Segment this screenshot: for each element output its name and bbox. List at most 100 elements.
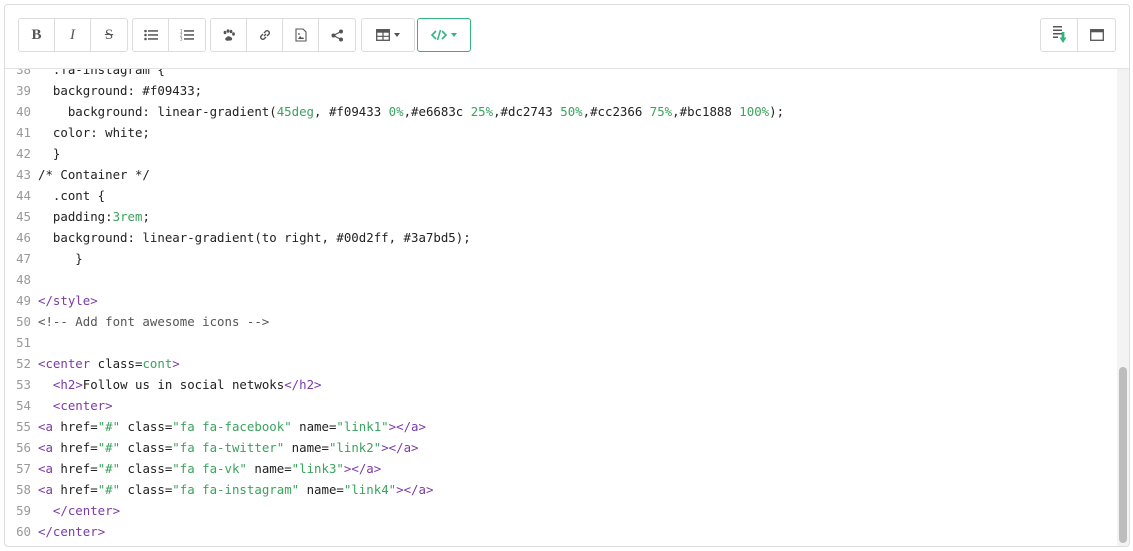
line-text: <a href="#" class="fa fa-instagram" name… (38, 482, 434, 497)
strikethrough-button[interactable]: S (91, 19, 127, 51)
line-number: 52 (16, 356, 31, 371)
line-number: 53 (16, 377, 31, 392)
markdown-editor: B I S 123 38 .fa-instagram {39 backgrou… (4, 4, 1130, 547)
line-text: <a href="#" class="fa fa-facebook" name=… (38, 419, 426, 434)
image-button[interactable] (283, 19, 319, 51)
bullet-list-icon (143, 29, 158, 41)
line-text: </center> (52, 503, 121, 518)
code-line: 42 } (5, 143, 1117, 164)
paw-icon (223, 28, 235, 41)
code-line: 46 background: linear-gradient(to right,… (5, 227, 1117, 248)
code-icon (431, 29, 447, 41)
code-line: 39 background: #f09433; (5, 80, 1117, 101)
download-lines-icon (1053, 26, 1067, 43)
line-text: </center> (38, 524, 106, 539)
code-line: 57 <a href="#" class="fa fa-vk" name="lin… (5, 458, 1117, 479)
share-button[interactable] (319, 19, 355, 51)
line-text: .fa-instagram { (38, 69, 165, 77)
numbered-list-button[interactable]: 123 (169, 19, 205, 51)
line-text: padding:3rem; (38, 209, 150, 224)
code-line: 52 <center class=cont> (5, 353, 1117, 374)
svg-text:3: 3 (180, 37, 183, 42)
line-number: 56 (16, 440, 31, 455)
line-text: <a href="#" class="fa fa-twitter" name="… (38, 440, 419, 455)
emoji-button[interactable] (211, 19, 247, 51)
line-text: } (38, 251, 83, 266)
line-text (38, 332, 1117, 353)
table-button[interactable] (362, 19, 414, 51)
code-line: 50 <!-- Add font awesome icons --> (5, 311, 1117, 332)
code-line: 56 <a href="#" class="fa fa-twitter" name… (5, 437, 1117, 458)
line-number: 43 (16, 167, 31, 182)
numbered-list-icon: 123 (180, 29, 194, 41)
italic-button[interactable]: I (55, 19, 91, 51)
line-number: 46 (16, 230, 31, 245)
scrollbar-thumb[interactable] (1119, 367, 1127, 543)
line-text: <h2>Follow us in social netwoks</h2> (52, 377, 322, 392)
code-line: 60 </center> (5, 521, 1117, 542)
chevron-down-icon (394, 33, 400, 37)
code-line: 40 background: linear-gradient(45deg, #f… (5, 101, 1117, 122)
line-number: 41 (16, 125, 31, 140)
code-line: 48 (5, 269, 1117, 290)
code-line: 53 <h2>Follow us in social netwoks</h2> (5, 374, 1117, 395)
line-text: .cont { (38, 188, 106, 203)
code-line: 45 padding:3rem; (5, 206, 1117, 227)
code-line: 59 </center> (5, 500, 1117, 521)
text-format-group: B I S (18, 18, 128, 52)
line-text: background: linear-gradient(45deg, #f094… (38, 104, 785, 119)
code-group (417, 18, 471, 52)
line-number: 38 (16, 69, 31, 77)
line-number: 57 (16, 461, 31, 476)
line-text: <center> (52, 398, 113, 413)
link-icon (259, 30, 270, 40)
code-line: 44 .cont { (5, 185, 1117, 206)
code-editor[interactable]: 38 .fa-instagram {39 background: #f09433… (5, 69, 1129, 546)
table-group (361, 18, 415, 52)
list-group: 123 (132, 18, 206, 52)
view-group (1040, 18, 1116, 52)
fullscreen-button[interactable] (1078, 19, 1115, 51)
code-line: 43 /* Container */ (5, 164, 1117, 185)
line-text: <a href="#" class="fa fa-vk" name="link3… (38, 461, 382, 476)
line-number: 58 (16, 482, 31, 497)
code-line: 41 color: white; (5, 122, 1117, 143)
window-icon (1089, 29, 1104, 41)
code-line: 55 <a href="#" class="fa fa-facebook" nam… (5, 416, 1117, 437)
line-text: } (38, 146, 61, 161)
insert-group (210, 18, 356, 52)
line-number: 40 (16, 104, 31, 119)
line-text: color: white; (38, 125, 150, 140)
chevron-down-icon (451, 33, 457, 37)
code-lines: 38 .fa-instagram {39 background: #f09433… (5, 69, 1117, 542)
code-line: 47 } (5, 248, 1117, 269)
line-text: background: linear-gradient(to right, #0… (38, 230, 471, 245)
line-number: 45 (16, 209, 31, 224)
bold-button[interactable]: B (19, 19, 55, 51)
bullet-list-button[interactable] (133, 19, 169, 51)
code-line: 49 </style> (5, 290, 1117, 311)
table-icon (376, 29, 390, 41)
line-text: <center class=cont> (38, 356, 180, 371)
code-view-button[interactable] (418, 19, 470, 51)
code-line: 58 <a href="#" class="fa fa-instagram" na… (5, 479, 1117, 500)
code-line: 38 .fa-instagram { (5, 69, 1117, 80)
line-number: 55 (16, 419, 31, 434)
line-number: 42 (16, 146, 31, 161)
line-number: 60 (16, 524, 31, 539)
vertical-scrollbar[interactable] (1117, 69, 1129, 546)
line-number: 48 (16, 272, 31, 287)
line-text: background: #f09433; (38, 83, 203, 98)
editor-toolbar: B I S 123 (5, 5, 1129, 69)
sync-scroll-button[interactable] (1041, 19, 1078, 51)
line-text: <!-- Add font awesome icons --> (38, 314, 270, 329)
code-line: 51 (5, 332, 1117, 353)
line-number: 59 (16, 503, 31, 518)
line-text (38, 269, 1117, 290)
share-icon (331, 29, 343, 41)
line-text: /* Container */ (38, 167, 150, 182)
code-line: 54 <center> (5, 395, 1117, 416)
link-button[interactable] (247, 19, 283, 51)
line-number: 47 (16, 251, 31, 266)
line-number: 49 (16, 293, 31, 308)
